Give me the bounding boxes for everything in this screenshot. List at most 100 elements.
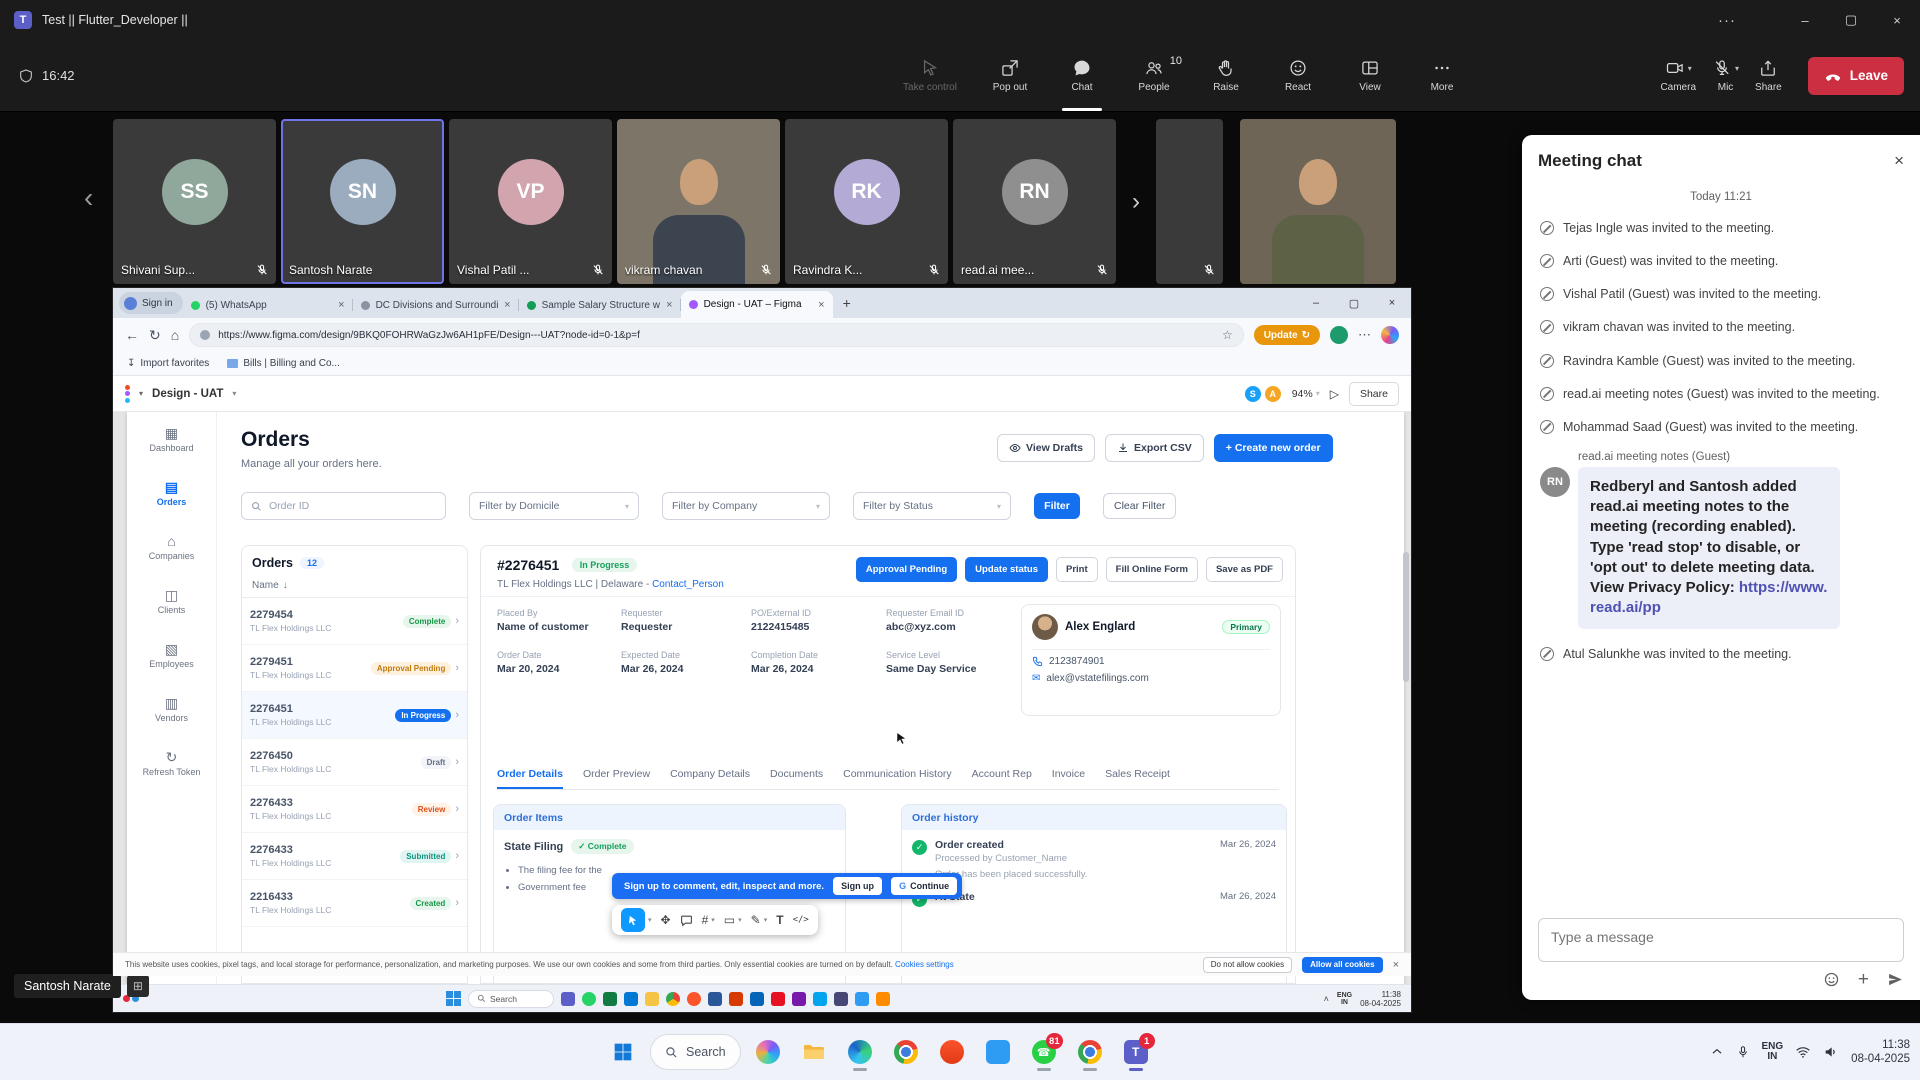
- language-indicator[interactable]: ENGIN: [1762, 1042, 1784, 1062]
- tab-close-icon[interactable]: ×: [338, 299, 344, 311]
- app-icon[interactable]: [834, 992, 848, 1006]
- figma-share-button[interactable]: Share: [1349, 382, 1399, 406]
- frame-tool-icon[interactable]: #: [702, 913, 709, 927]
- vscode-icon[interactable]: [855, 992, 869, 1006]
- app-icon[interactable]: [813, 992, 827, 1006]
- excel-icon[interactable]: [603, 992, 617, 1006]
- order-row[interactable]: 2276433TL Flex Holdings LLC Submitted›: [242, 833, 467, 880]
- browser-settings-icon[interactable]: ⋯: [1358, 327, 1371, 343]
- hand-tool-icon[interactable]: ✥: [661, 913, 671, 927]
- filter-status-select[interactable]: Filter by Status▾: [853, 492, 1011, 520]
- copilot-button[interactable]: [749, 1032, 787, 1072]
- tray-expand-icon[interactable]: ˄: [1324, 994, 1329, 1004]
- tab-order-preview[interactable]: Order Preview: [583, 768, 650, 789]
- chat-message-list[interactable]: Today 11:21 Tejas Ingle was invited to t…: [1522, 179, 1920, 910]
- camera-button[interactable]: ▾ Camera: [1656, 58, 1700, 93]
- figma-file-name[interactable]: Design - UAT: [152, 388, 223, 400]
- share-button[interactable]: Share: [1751, 58, 1786, 93]
- vscode-button[interactable]: [979, 1032, 1017, 1072]
- pen-tool-icon[interactable]: ✎: [751, 913, 761, 927]
- strip-scroll-left-icon[interactable]: ‹: [84, 182, 93, 214]
- cookies-settings-link[interactable]: Cookies settings: [895, 960, 954, 969]
- start-button[interactable]: [604, 1032, 642, 1072]
- browser-tab-salary-sheet[interactable]: Sample Salary Structure with cal... ×: [519, 292, 681, 318]
- collaborator-avatar[interactable]: A: [1264, 385, 1282, 403]
- print-button[interactable]: Print: [1056, 557, 1098, 582]
- export-csv-button[interactable]: Export CSV: [1105, 434, 1204, 462]
- site-info-icon[interactable]: [200, 330, 210, 340]
- allow-cookies-button[interactable]: Allow all cookies: [1302, 957, 1382, 973]
- sidebar-item-refresh-token[interactable]: ↻Refresh Token: [143, 750, 201, 777]
- teams-button[interactable]: T 1: [1117, 1032, 1155, 1072]
- order-row[interactable]: 2216433TL Flex Holdings LLC Created›: [242, 880, 467, 927]
- participant-video-tile[interactable]: [1240, 119, 1396, 284]
- sidebar-item-clients[interactable]: ◫Clients: [158, 588, 186, 615]
- pop-out-button[interactable]: Pop out: [974, 40, 1046, 111]
- update-status-button[interactable]: Update status: [965, 557, 1048, 582]
- sidebar-item-dashboard[interactable]: ▦Dashboard: [149, 426, 193, 453]
- tab-communication-history[interactable]: Communication History: [843, 768, 952, 789]
- sidebar-item-employees[interactable]: ▧Employees: [149, 642, 194, 669]
- volume-icon[interactable]: [1823, 1044, 1839, 1060]
- presenter-clock[interactable]: 11:3808-04-2025: [1360, 990, 1401, 1008]
- url-field[interactable]: https://www.figma.com/design/9BKQ0FOHRWa…: [189, 323, 1244, 347]
- order-row[interactable]: 2276450TL Flex Holdings LLC Draft›: [242, 739, 467, 786]
- attach-icon[interactable]: +: [1858, 973, 1869, 987]
- tool-dropdown-icon[interactable]: ▾: [738, 916, 742, 924]
- back-icon[interactable]: ←: [125, 327, 139, 343]
- language-indicator[interactable]: ENGIN: [1337, 992, 1352, 1006]
- tab-documents[interactable]: Documents: [770, 768, 823, 789]
- camera-dropdown-icon[interactable]: ▾: [1688, 64, 1692, 73]
- chrome-profile-button[interactable]: [1071, 1032, 1109, 1072]
- participant-tile[interactable]: SS Shivani Sup...: [113, 119, 276, 284]
- close-button[interactable]: ×: [1874, 0, 1920, 40]
- tab-close-icon[interactable]: ×: [504, 299, 510, 311]
- shape-tool-icon[interactable]: ▭: [724, 913, 735, 927]
- tab-close-icon[interactable]: ×: [818, 299, 824, 311]
- tab-company-details[interactable]: Company Details: [670, 768, 750, 789]
- leave-button[interactable]: Leave: [1808, 57, 1904, 95]
- outlook-icon[interactable]: [750, 992, 764, 1006]
- contact-person-link[interactable]: Contact_Person: [652, 579, 724, 590]
- whatsapp-button[interactable]: ☎ 81: [1025, 1032, 1063, 1072]
- save-as-pdf-button[interactable]: Save as PDF: [1206, 557, 1283, 582]
- dev-mode-icon[interactable]: </>: [793, 915, 809, 925]
- mic-button[interactable]: ▾ Mic: [1708, 58, 1743, 93]
- present-icon[interactable]: ▷: [1330, 387, 1339, 401]
- contact-email[interactable]: alex@vstatefilings.com: [1046, 673, 1148, 684]
- browser-profile-chip[interactable]: Sign in: [119, 292, 183, 314]
- filter-company-select[interactable]: Filter by Company▾: [662, 492, 830, 520]
- message-input-box[interactable]: [1538, 918, 1904, 962]
- chat-close-icon[interactable]: ×: [1894, 151, 1904, 171]
- filter-button[interactable]: Filter: [1034, 493, 1080, 519]
- browser-tab-figma-active[interactable]: Design - UAT – Figma ×: [681, 291, 833, 318]
- browser-tab-whatsapp[interactable]: (5) WhatsApp ×: [183, 292, 353, 318]
- text-tool-icon[interactable]: T: [776, 913, 783, 927]
- taskbar-search-box[interactable]: Search: [650, 1034, 741, 1070]
- tab-invoice[interactable]: Invoice: [1052, 768, 1085, 789]
- whatsapp-icon[interactable]: [582, 992, 596, 1006]
- filter-domicile-select[interactable]: Filter by Domicile▾: [469, 492, 639, 520]
- clear-filter-button[interactable]: Clear Filter: [1103, 493, 1176, 519]
- edge-button[interactable]: [841, 1032, 879, 1072]
- participant-tile[interactable]: RN read.ai mee...: [953, 119, 1116, 284]
- chrome-icon[interactable]: [666, 992, 680, 1006]
- strip-scroll-right-icon[interactable]: ›: [1121, 119, 1151, 284]
- participant-video-tile[interactable]: vikram chavan: [617, 119, 780, 284]
- powerpoint-icon[interactable]: [729, 992, 743, 1006]
- emoji-icon[interactable]: [1823, 971, 1840, 988]
- wifi-icon[interactable]: [1795, 1044, 1811, 1060]
- participant-tile-partial[interactable]: [1156, 119, 1223, 284]
- tab-account-rep[interactable]: Account Rep: [972, 768, 1032, 789]
- participant-tile[interactable]: RK Ravindra K...: [785, 119, 948, 284]
- home-icon[interactable]: ⌂: [171, 327, 179, 343]
- react-button[interactable]: React: [1262, 40, 1334, 111]
- browser-tab-dc-divisions[interactable]: DC Divisions and Surroundings ×: [353, 292, 519, 318]
- participant-tile-active[interactable]: SN Santosh Narate: [281, 119, 444, 284]
- teams-icon[interactable]: [561, 992, 575, 1006]
- order-row[interactable]: 2279454TL Flex Holdings LLC Complete›: [242, 598, 467, 645]
- system-clock[interactable]: 11:3808-04-2025: [1851, 1038, 1910, 1066]
- raise-hand-button[interactable]: Raise: [1190, 40, 1262, 111]
- refresh-icon[interactable]: ↻: [149, 327, 161, 344]
- order-row[interactable]: 2276433TL Flex Holdings LLC Review›: [242, 786, 467, 833]
